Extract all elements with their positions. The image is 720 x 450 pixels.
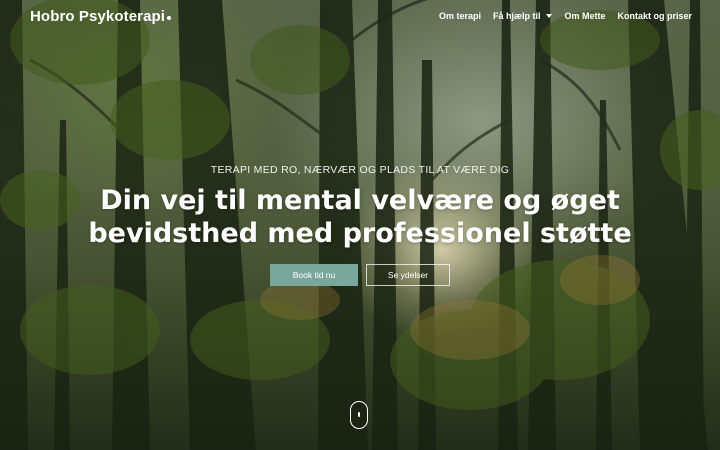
scroll-down-icon[interactable] [350, 401, 368, 429]
hero-section: TERAPI MED RO, NÆRVÆR OG PLADS TIL AT VÆ… [0, 0, 720, 450]
scroll-dot [357, 412, 360, 417]
se-ydelser-button[interactable]: Se ydelser [366, 264, 450, 286]
hero-button-row: Book tid nu Se ydelser [0, 264, 720, 286]
book-tid-button[interactable]: Book tid nu [270, 264, 358, 286]
hero-kicker: TERAPI MED RO, NÆRVÆR OG PLADS TIL AT VÆ… [210, 164, 510, 176]
hero-headline: Din vej til mental velvære og øget bevid… [88, 185, 632, 249]
